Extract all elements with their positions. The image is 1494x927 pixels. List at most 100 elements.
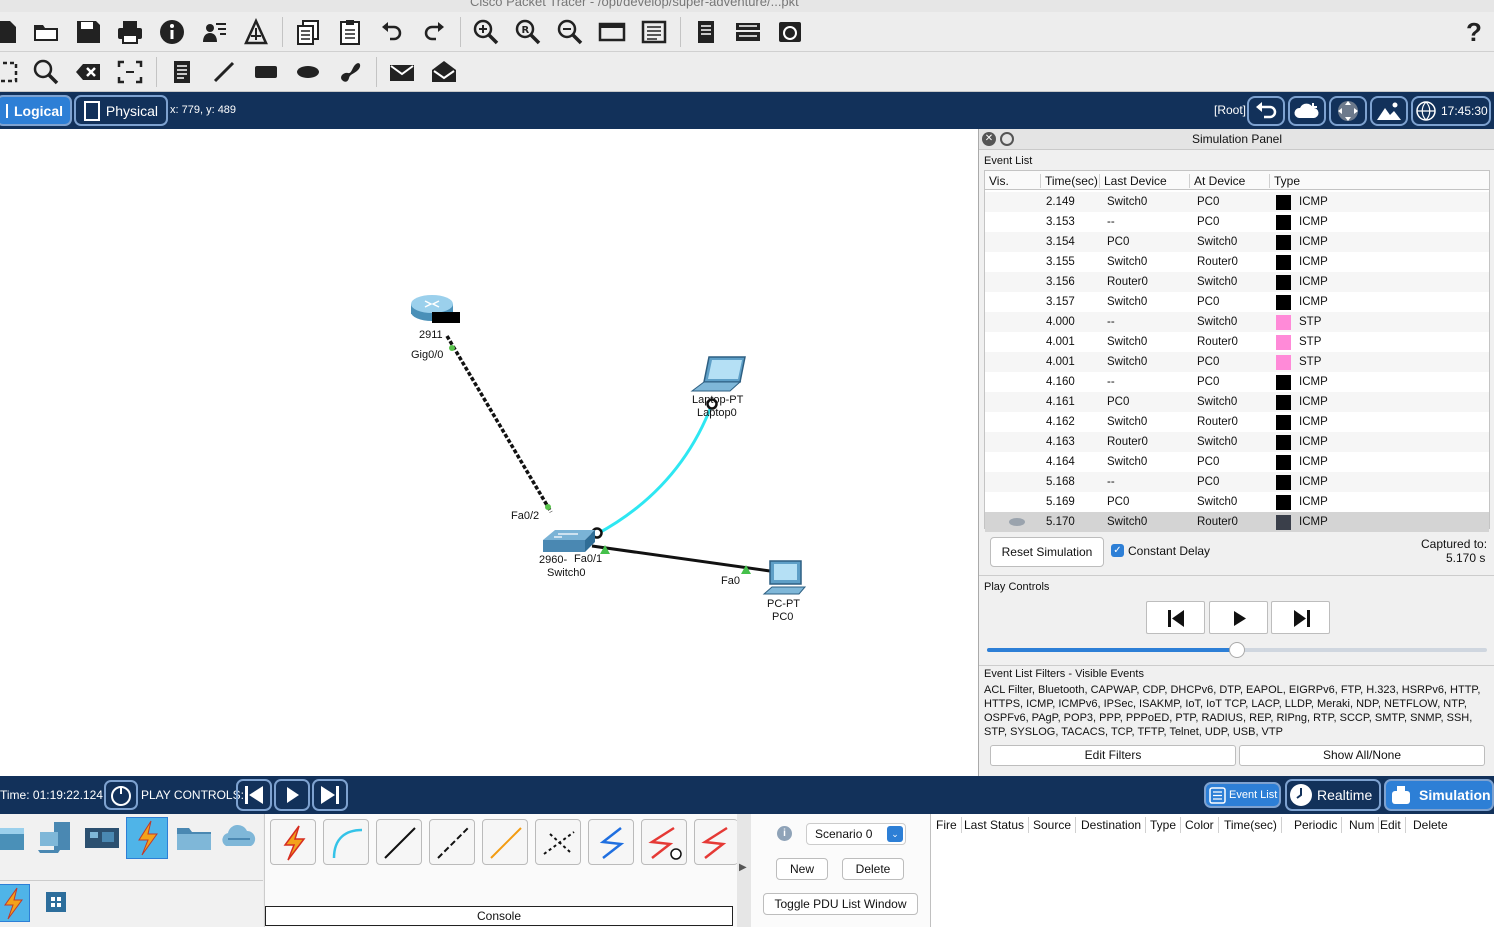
step-back-button[interactable] (1146, 601, 1205, 634)
event-row[interactable]: 2.149 Switch0 PC0 ICMP (985, 192, 1489, 212)
col-vis[interactable]: Vis. (985, 174, 1009, 188)
components-icon[interactable] (82, 820, 122, 856)
network-info-icon[interactable] (198, 16, 230, 48)
event-row[interactable]: 4.162 Switch0 Router0 ICMP (985, 412, 1489, 432)
device-template-icon[interactable] (732, 16, 764, 48)
add-complex-pdu-icon[interactable] (428, 56, 460, 88)
viewport-icon[interactable] (690, 16, 722, 48)
bottom-play-button[interactable] (274, 779, 310, 811)
tab-logical[interactable]: Logical (0, 95, 72, 126)
realtime-mode-button[interactable]: Realtime (1285, 779, 1381, 811)
console-cable-icon[interactable] (323, 819, 369, 865)
event-row[interactable]: 3.156 Router0 Switch0 ICMP (985, 272, 1489, 292)
back-icon[interactable] (1247, 96, 1285, 126)
event-row[interactable]: 3.153 -- PC0 ICMP (985, 212, 1489, 232)
help-icon[interactable]: ? (1458, 16, 1490, 48)
fiber-icon[interactable] (482, 819, 528, 865)
event-row[interactable]: 4.163 Router0 Switch0 ICMP (985, 432, 1489, 452)
copy-icon[interactable] (292, 16, 324, 48)
network-devices-icon[interactable] (0, 818, 32, 858)
pdu-col-color[interactable]: Color (1181, 817, 1219, 833)
redo-icon[interactable] (418, 16, 450, 48)
event-row[interactable]: 4.000 -- Switch0 STP (985, 312, 1489, 332)
coaxial-icon[interactable] (588, 819, 634, 865)
event-row[interactable]: 4.164 Switch0 PC0 ICMP (985, 452, 1489, 472)
undock-panel-icon[interactable] (1000, 132, 1014, 146)
open-folder-icon[interactable] (30, 16, 62, 48)
grid-icon[interactable] (46, 892, 66, 912)
scenario-select[interactable]: Scenario 0 ⌄ (806, 823, 906, 845)
scenario-info-icon[interactable]: i (777, 826, 792, 841)
info-icon[interactable] (156, 16, 188, 48)
copper-straight-icon[interactable] (376, 819, 422, 865)
paste-icon[interactable] (334, 16, 366, 48)
event-row[interactable]: 5.169 PC0 Switch0 ICMP (985, 492, 1489, 512)
pdu-col-destination[interactable]: Destination (1077, 817, 1147, 833)
expand-arrow[interactable]: ▶ (737, 814, 751, 927)
serial-dte-icon[interactable] (694, 819, 738, 865)
reset-simulation-button[interactable]: Reset Simulation (990, 537, 1104, 567)
console-bar[interactable]: Console (265, 906, 733, 926)
zoom-out-icon[interactable] (554, 16, 586, 48)
new-scenario-button[interactable]: New (776, 858, 828, 880)
draw-ellipse-icon[interactable] (292, 56, 324, 88)
pdu-col-source[interactable]: Source (1029, 817, 1077, 833)
playback-slider-thumb[interactable] (1229, 642, 1245, 658)
web-browser-icon[interactable] (774, 16, 806, 48)
logical-workspace[interactable]: 2911 Gig0/0 Fa0/2 2960- Fa0/1 Switch0 La… (0, 129, 977, 776)
pc-icon[interactable] (762, 560, 807, 595)
event-row[interactable]: 3.157 Switch0 PC0 ICMP (985, 292, 1489, 312)
save-icon[interactable] (72, 16, 104, 48)
serial-dce-icon[interactable] (641, 819, 687, 865)
new-file-icon[interactable] (0, 16, 24, 48)
event-row[interactable]: 4.161 PC0 Switch0 ICMP (985, 392, 1489, 412)
end-devices-icon[interactable] (36, 818, 76, 858)
palette-icon[interactable] (638, 16, 670, 48)
pdu-col-delete[interactable]: Delete (1409, 817, 1452, 833)
miscellaneous-icon[interactable] (174, 820, 214, 856)
play-button[interactable] (1209, 601, 1268, 634)
col-type[interactable]: Type (1269, 174, 1300, 188)
pdu-col-time[interactable]: Time(sec) (1220, 817, 1282, 833)
toggle-pdu-list-button[interactable]: Toggle PDU List Window (763, 893, 918, 915)
event-row[interactable]: 5.168 -- PC0 ICMP (985, 472, 1489, 492)
pdu-col-num[interactable]: Num (1345, 817, 1380, 833)
bottom-step-back-button[interactable] (236, 779, 272, 811)
clock-display[interactable]: 17:45:30 (1411, 96, 1491, 126)
move-object-icon[interactable] (1329, 96, 1367, 126)
bottom-step-forward-button[interactable] (312, 779, 348, 811)
custom-device-icon[interactable] (240, 16, 272, 48)
multiuser-icon[interactable] (218, 820, 260, 856)
background-image-icon[interactable] (1370, 96, 1408, 126)
delete-scenario-button[interactable]: Delete (842, 858, 904, 880)
freeform-icon[interactable] (334, 56, 366, 88)
phone-cable-icon[interactable] (535, 819, 581, 865)
tab-physical[interactable]: Physical (74, 95, 168, 126)
new-cluster-icon[interactable] (1288, 96, 1326, 126)
event-row[interactable]: 5.170 Switch0 Router0 ICMP (985, 512, 1489, 532)
close-panel-icon[interactable]: ✕ (982, 132, 996, 146)
power-cycle-icon[interactable] (104, 780, 138, 810)
auto-connection-icon[interactable] (270, 819, 316, 865)
constant-delay-checkbox[interactable]: ✓ (1111, 544, 1124, 557)
pdu-col-last-status[interactable]: Last Status (960, 817, 1030, 833)
col-time[interactable]: Time(sec) (1040, 174, 1098, 188)
event-list-table[interactable]: Vis. Time(sec) Last Device At Device Typ… (984, 170, 1490, 532)
event-row[interactable]: 3.154 PC0 Switch0 ICMP (985, 232, 1489, 252)
draw-line-icon[interactable] (208, 56, 240, 88)
zoom-in-icon[interactable] (470, 16, 502, 48)
copper-cross-icon[interactable] (429, 819, 475, 865)
print-icon[interactable] (114, 16, 146, 48)
step-forward-button[interactable] (1271, 601, 1330, 634)
zoom-reset-icon[interactable]: R (512, 16, 544, 48)
show-all-none-button[interactable]: Show All/None (1239, 745, 1485, 766)
add-simple-pdu-icon[interactable] (386, 56, 418, 88)
pdu-col-periodic[interactable]: Periodic (1290, 817, 1343, 833)
laptop-icon[interactable] (690, 356, 746, 392)
pdu-col-fire[interactable]: Fire (932, 817, 962, 833)
event-row[interactable]: 4.001 Switch0 PC0 STP (985, 352, 1489, 372)
col-last-device[interactable]: Last Device (1099, 174, 1167, 188)
event-list-toggle-button[interactable]: Event List (1204, 782, 1281, 808)
delete-icon[interactable] (72, 56, 104, 88)
pdu-col-edit[interactable]: Edit (1376, 817, 1406, 833)
